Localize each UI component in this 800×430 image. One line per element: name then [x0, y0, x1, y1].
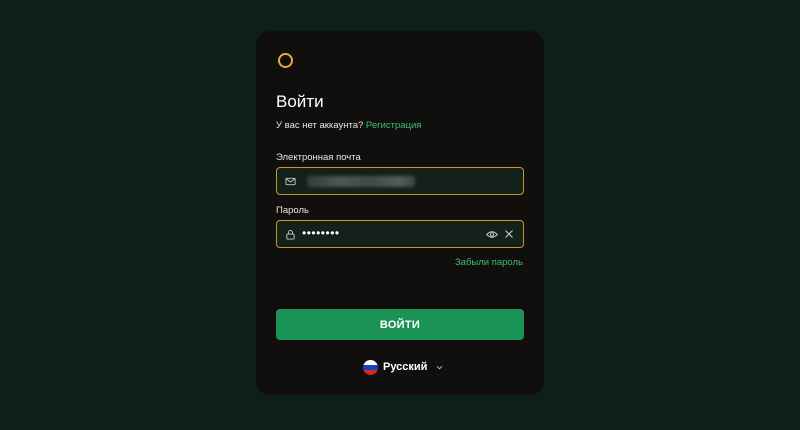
signup-link[interactable]: Регистрация	[366, 120, 422, 131]
no-account-text: У вас нет аккаунта?	[276, 120, 364, 131]
forgot-password-link[interactable]: Забыли пароль	[455, 257, 523, 268]
login-card: Войти У вас нет аккаунта? Регистрация Эл…	[256, 31, 544, 395]
signup-prompt: У вас нет аккаунта? Регистрация	[276, 120, 421, 131]
login-button[interactable]: ВОЙТИ	[276, 309, 524, 340]
ring-logo-icon	[278, 53, 293, 68]
page-title: Войти	[276, 92, 324, 111]
password-label: Пароль	[276, 205, 309, 216]
password-field[interactable]: ••••••••	[276, 220, 524, 248]
lock-icon	[286, 230, 295, 240]
eye-icon[interactable]	[486, 229, 498, 240]
page: Войти У вас нет аккаунта? Регистрация Эл…	[0, 0, 800, 430]
email-value-blurred	[307, 176, 415, 187]
email-label: Электронная почта	[276, 152, 361, 163]
russia-flag-icon	[363, 359, 378, 375]
mail-icon	[285, 177, 296, 186]
password-value: ••••••••	[302, 226, 340, 240]
close-icon[interactable]	[504, 229, 514, 239]
language-label: Русский	[383, 361, 428, 373]
language-selector[interactable]: Русский	[363, 359, 443, 375]
chevron-down-icon	[436, 365, 443, 369]
email-field[interactable]	[276, 167, 524, 195]
